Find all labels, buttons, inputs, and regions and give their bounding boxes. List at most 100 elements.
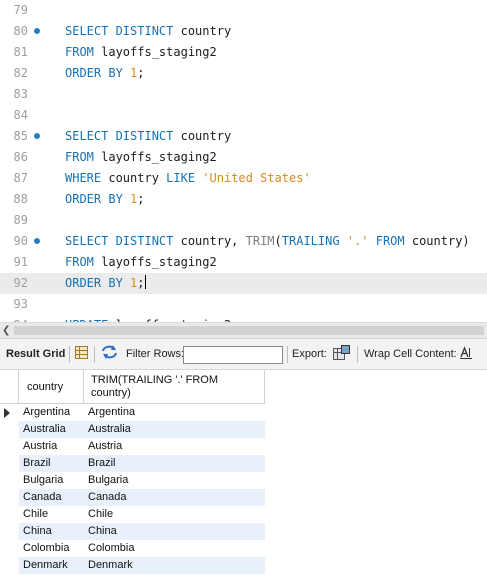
editor-horizontal-scrollbar[interactable]: ❮ [0, 322, 487, 338]
toolbar-separator [94, 346, 95, 363]
result-grid[interactable]: country TRIM(TRAILING '.' FROM country) … [0, 370, 487, 575]
code-line[interactable]: 92 ORDER BY 1; [0, 273, 487, 294]
cell-country[interactable]: Chile [19, 506, 84, 523]
export-icon[interactable] [332, 339, 350, 369]
code-text: SELECT DISTINCT country [65, 21, 231, 42]
grid-view-icon[interactable] [74, 339, 88, 369]
filter-rows-input[interactable] [183, 346, 283, 364]
column-header-trim[interactable]: TRIM(TRAILING '.' FROM country) [84, 370, 265, 404]
code-text: FROM layoffs_staging2 [65, 147, 217, 168]
code-text: SELECT DISTINCT country [65, 126, 231, 147]
refresh-icon[interactable] [100, 339, 118, 369]
row-selector[interactable] [0, 540, 19, 557]
row-selector[interactable] [0, 438, 19, 455]
cell-trimmed-country[interactable]: Brazil [84, 455, 265, 472]
cell-country[interactable]: Bulgaria [19, 472, 84, 489]
code-text: FROM layoffs_staging2 [65, 252, 217, 273]
statement-marker-icon[interactable] [34, 238, 40, 244]
statement-marker-icon[interactable] [34, 28, 40, 34]
sql-keyword: SELECT DISTINCT [65, 129, 174, 143]
row-selector[interactable] [0, 557, 19, 574]
result-grid-tab[interactable]: Result Grid [6, 339, 65, 369]
table-row[interactable]: Bulgaria Bulgaria [0, 472, 265, 489]
row-selector[interactable] [0, 489, 19, 506]
table-row[interactable]: Australia Australia [0, 421, 265, 438]
cell-trimmed-country[interactable]: China [84, 523, 265, 540]
cell-country[interactable]: China [19, 523, 84, 540]
row-selector[interactable] [0, 421, 19, 438]
line-number: 93 [13, 297, 28, 311]
cell-country[interactable]: Argentina [19, 404, 84, 421]
table-row[interactable]: Canada Canada [0, 489, 265, 506]
code-line[interactable]: 79 [0, 0, 487, 21]
sql-keyword: TRAILING [281, 234, 340, 248]
cell-trimmed-country[interactable]: Bulgaria [84, 472, 265, 489]
cell-country[interactable]: Denmark [19, 557, 84, 574]
sql-token: layoffs_staging2 [93, 150, 217, 164]
sql-keyword: SELECT DISTINCT [65, 24, 174, 38]
table-row[interactable]: Argentina Argentina [0, 404, 265, 421]
table-row[interactable]: Austria Austria [0, 438, 265, 455]
code-line[interactable]: 90 SELECT DISTINCT country, TRIM(TRAILING… [0, 231, 487, 252]
statement-marker-icon[interactable] [34, 133, 40, 139]
code-line[interactable]: 84 [0, 105, 487, 126]
row-selector[interactable] [0, 506, 19, 523]
cell-country[interactable]: Brazil [19, 455, 84, 472]
line-number: 89 [13, 213, 28, 227]
code-line[interactable]: 94 UPDATE layoffs_staging2 [0, 315, 487, 322]
sql-keyword: WHERE [65, 171, 102, 185]
code-line[interactable]: 89 [0, 210, 487, 231]
table-row[interactable]: China China [0, 523, 265, 540]
row-selector[interactable] [0, 523, 19, 540]
sql-token: ; [137, 276, 145, 290]
cell-trimmed-country[interactable]: Denmark [84, 557, 265, 574]
line-number: 81 [13, 45, 28, 59]
code-line[interactable]: 82 ORDER BY 1; [0, 63, 487, 84]
cell-country[interactable]: Colombia [19, 540, 84, 557]
toolbar-separator [357, 346, 358, 363]
scroll-left-arrow-icon[interactable]: ❮ [2, 324, 10, 338]
code-line[interactable]: 83 [0, 84, 487, 105]
code-text: ORDER BY 1; [65, 273, 146, 294]
column-header-country[interactable]: country [19, 370, 84, 404]
sql-token: country [173, 129, 232, 143]
line-number: 79 [13, 3, 28, 17]
cell-trimmed-country[interactable]: Colombia [84, 540, 265, 557]
table-row[interactable]: Denmark Denmark [0, 557, 265, 574]
cell-trimmed-country[interactable]: Canada [84, 489, 265, 506]
sql-keyword: FROM [375, 234, 405, 248]
table-row[interactable]: Brazil Brazil [0, 455, 265, 472]
code-line[interactable]: 91 FROM layoffs_staging2 [0, 252, 487, 273]
table-row[interactable]: Colombia Colombia [0, 540, 265, 557]
sql-keyword: SELECT DISTINCT [65, 234, 174, 248]
cell-trimmed-country[interactable]: Chile [84, 506, 265, 523]
grid-corner-cell[interactable] [0, 370, 19, 404]
code-line[interactable]: 80 SELECT DISTINCT country [0, 21, 487, 42]
row-selector[interactable] [0, 472, 19, 489]
wrap-text-icon[interactable] [459, 339, 473, 369]
row-selector[interactable] [0, 455, 19, 472]
row-selector[interactable] [0, 404, 19, 421]
code-line[interactable]: 81 FROM layoffs_staging2 [0, 42, 487, 63]
scrollbar-thumb[interactable] [14, 326, 484, 335]
table-row[interactable]: Chile Chile [0, 506, 265, 523]
code-line[interactable]: 85 SELECT DISTINCT country [0, 126, 487, 147]
cell-country[interactable]: Australia [19, 421, 84, 438]
code-line[interactable]: 93 [0, 294, 487, 315]
sql-editor[interactable]: 79 80 SELECT DISTINCT country 81 FROM layoff… [0, 0, 487, 322]
line-number: 94 [0, 315, 28, 322]
code-line[interactable]: 87 WHERE country LIKE 'United States' [0, 168, 487, 189]
code-line[interactable]: 86 FROM layoffs_staging2 [0, 147, 487, 168]
cell-trimmed-country[interactable]: Australia [84, 421, 265, 438]
cell-trimmed-country[interactable]: Austria [84, 438, 265, 455]
sql-token: ; [137, 192, 145, 206]
sql-keyword: LIKE [166, 171, 196, 185]
line-number: 80 [13, 24, 28, 38]
cell-country[interactable]: Austria [19, 438, 84, 455]
cell-trimmed-country[interactable]: Argentina [84, 404, 265, 421]
code-line[interactable]: 88 ORDER BY 1; [0, 189, 487, 210]
cell-country[interactable]: Canada [19, 489, 84, 506]
toolbar-separator [69, 346, 70, 363]
